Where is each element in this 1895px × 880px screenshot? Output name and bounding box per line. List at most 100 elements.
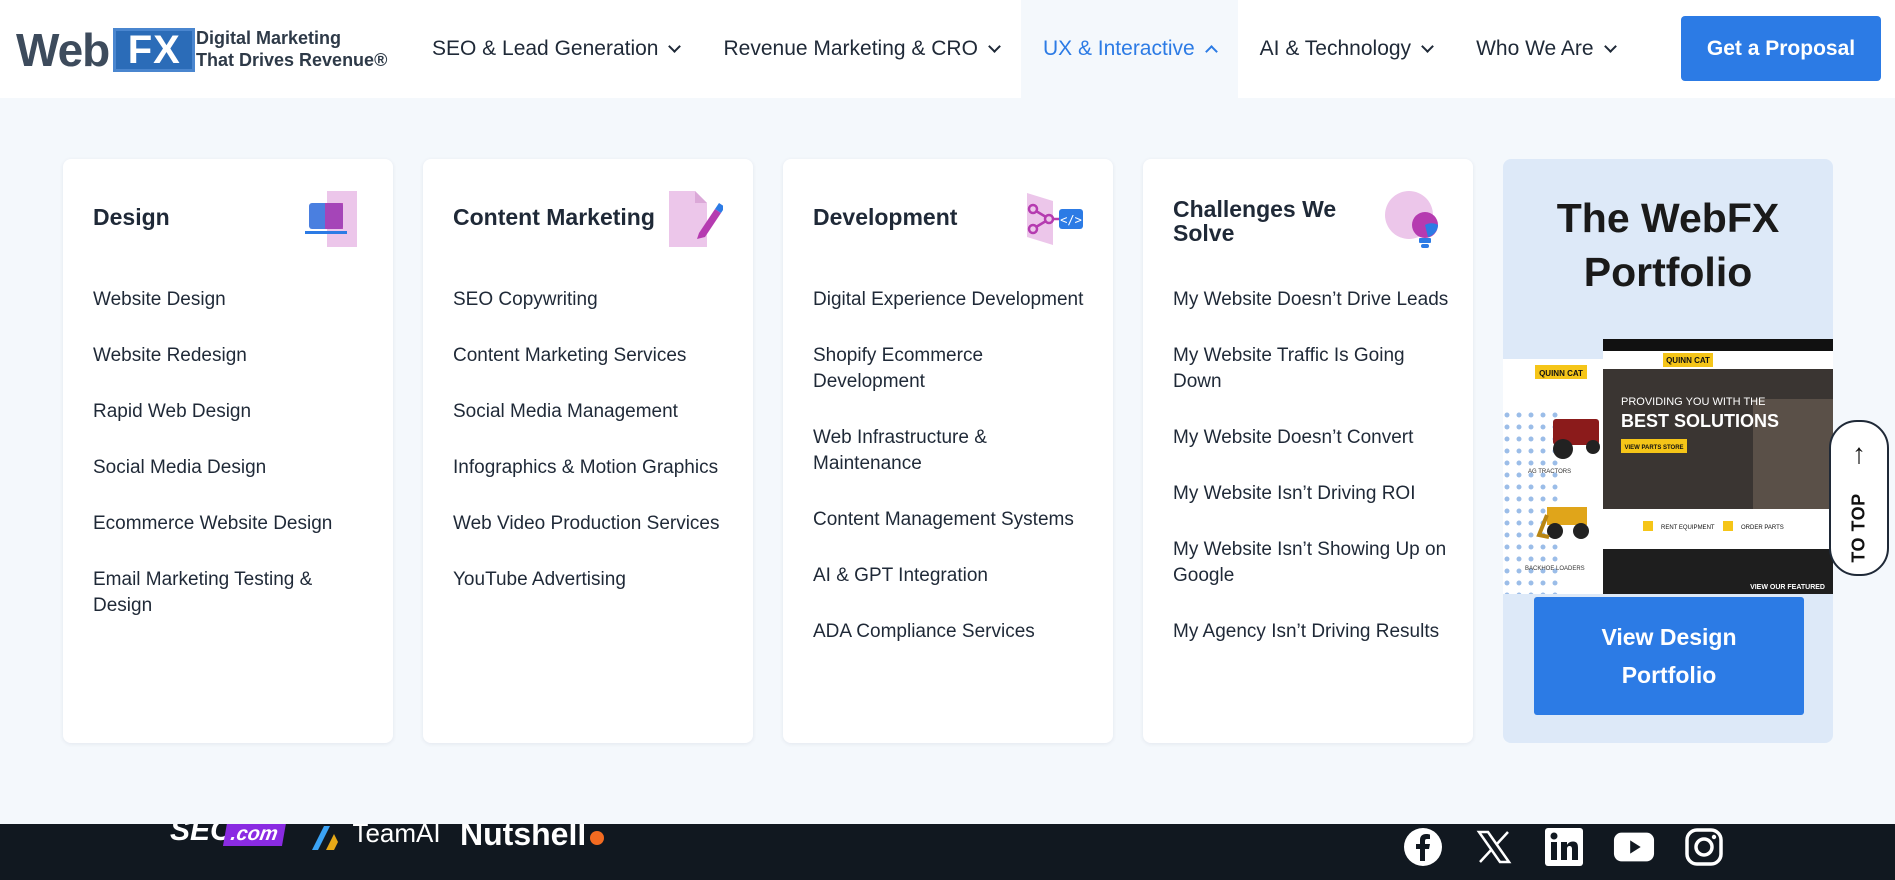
portfolio-title: The WebFX Portfolio bbox=[1503, 191, 1833, 299]
menu-link[interactable]: My Website Doesn’t Drive Leads bbox=[1173, 287, 1453, 313]
tagline-line1: Digital Marketing bbox=[196, 28, 342, 48]
logo-fx-mark: FX bbox=[113, 28, 196, 72]
menu-link[interactable]: YouTube Advertising bbox=[453, 567, 733, 593]
menu-column-challenges: Challenges We Solve My Website Doesn’t D… bbox=[1143, 159, 1473, 743]
column-links: Website Design Website Redesign Rapid We… bbox=[93, 287, 373, 649]
menu-link[interactable]: AI & GPT Integration bbox=[813, 563, 1093, 589]
menu-column-content-marketing: Content Marketing SEO Copywriting Conten… bbox=[423, 159, 753, 743]
menu-link[interactable]: Social Media Management bbox=[453, 399, 733, 425]
chevron-down-icon bbox=[668, 39, 682, 53]
mock-label-tractors: AG TRACTORS bbox=[1528, 469, 1571, 475]
menu-link[interactable]: Website Redesign bbox=[93, 343, 373, 369]
nav-item-label: AI & Technology bbox=[1259, 37, 1412, 60]
column-title: Content Marketing bbox=[453, 204, 655, 230]
portfolio-screenshot-mock: QUINN CAT AG TRACTORS BACKHOE LOADERS QU… bbox=[1503, 339, 1833, 594]
x-icon[interactable] bbox=[1473, 826, 1515, 868]
button-line2: Portfolio bbox=[1621, 662, 1717, 688]
get-proposal-button[interactable]: Get a Proposal bbox=[1681, 16, 1881, 81]
menu-link[interactable]: ADA Compliance Services bbox=[813, 619, 1093, 645]
nav-item-revenue-marketing[interactable]: Revenue Marketing & CRO bbox=[701, 0, 1020, 98]
menu-link[interactable]: Web Video Production Services bbox=[453, 511, 733, 537]
brand-tagline: Digital Marketing That Drives Revenue® bbox=[196, 27, 387, 71]
menu-link[interactable]: Ecommerce Website Design bbox=[93, 511, 373, 537]
column-title: Design bbox=[93, 204, 170, 230]
portfolio-title-line1: The WebFX bbox=[1556, 195, 1780, 241]
menu-link[interactable]: Digital Experience Development bbox=[813, 287, 1093, 313]
chevron-down-icon bbox=[1421, 39, 1434, 53]
mock-feature-1: RENT EQUIPMENT bbox=[1661, 525, 1715, 531]
mock-footer-text: VIEW OUR FEATURED bbox=[1750, 584, 1825, 591]
mock-label-loaders: BACKHOE LOADERS bbox=[1525, 566, 1585, 572]
menu-link[interactable]: Shopify Ecommerce Development bbox=[813, 343, 1093, 395]
svg-text:</>: </> bbox=[1060, 213, 1082, 227]
nav-item-ux-interactive[interactable]: UX & Interactive bbox=[1020, 0, 1238, 98]
menu-link[interactable]: SEO Copywriting bbox=[453, 287, 733, 313]
column-links: Digital Experience Development Shopify E… bbox=[813, 287, 1093, 675]
partner-logo-nutshell: Nutshell bbox=[460, 824, 605, 853]
chevron-down-icon bbox=[1603, 39, 1617, 53]
to-top-label: TO TOP bbox=[1848, 493, 1869, 563]
menu-link[interactable]: Rapid Web Design bbox=[93, 399, 373, 425]
webfx-logo[interactable]: Web FX bbox=[16, 24, 196, 76]
tagline-line2: That Drives Revenue® bbox=[196, 50, 388, 70]
chevron-up-icon bbox=[1204, 44, 1218, 58]
instagram-icon[interactable] bbox=[1683, 826, 1725, 868]
button-line1: View Design bbox=[1601, 624, 1737, 650]
site-header: Web FX Digital Marketing That Drives Rev… bbox=[0, 0, 1895, 98]
laptop-icon bbox=[305, 191, 357, 247]
portfolio-promo: The WebFX Portfolio QUINN CAT AG TRACTOR… bbox=[1503, 159, 1833, 743]
column-title: Challenges We Solve bbox=[1173, 196, 1337, 246]
linkedin-icon[interactable] bbox=[1543, 826, 1585, 868]
nav-item-seo-lead-generation[interactable]: SEO & Lead Generation bbox=[410, 0, 701, 98]
partner-logo-teamai: TeamAI bbox=[308, 824, 441, 856]
view-design-portfolio-button[interactable]: View Design Portfolio bbox=[1534, 597, 1804, 715]
menu-link[interactable]: My Agency Isn’t Driving Results bbox=[1173, 619, 1453, 645]
menu-column-design: Design Website Design Website Redesign R… bbox=[63, 159, 393, 743]
main-nav: SEO & Lead Generation Revenue Marketing … bbox=[410, 0, 1637, 98]
column-links: SEO Copywriting Content Marketing Servic… bbox=[453, 287, 733, 623]
menu-link[interactable]: Content Management Systems bbox=[813, 507, 1093, 533]
menu-link[interactable]: My Website Isn’t Driving ROI bbox=[1173, 481, 1453, 507]
document-pen-icon bbox=[669, 191, 723, 247]
youtube-icon[interactable] bbox=[1613, 826, 1655, 868]
portfolio-title-line2: Portfolio bbox=[1583, 249, 1753, 295]
menu-link[interactable]: My Website Doesn’t Convert bbox=[1173, 425, 1453, 451]
mock-brand-small: QUINN CAT bbox=[1539, 369, 1583, 378]
facebook-icon[interactable] bbox=[1402, 826, 1444, 868]
menu-link[interactable]: My Website Isn’t Showing Up on Google bbox=[1173, 537, 1453, 589]
nav-item-ai-technology[interactable]: AI & Technology bbox=[1238, 0, 1454, 98]
mock-feature-2: ORDER PARTS bbox=[1741, 525, 1784, 531]
partner-com-text: .com bbox=[223, 824, 287, 846]
teamai-mark-icon bbox=[312, 825, 338, 850]
menu-link[interactable]: Infographics & Motion Graphics bbox=[453, 455, 733, 481]
nav-item-label: SEO & Lead Generation bbox=[432, 37, 659, 60]
mock-brand: QUINN CAT bbox=[1666, 356, 1710, 365]
menu-link[interactable]: Social Media Design bbox=[93, 455, 373, 481]
menu-column-development: Development </> Digital Experience Devel… bbox=[783, 159, 1113, 743]
mock-headline-2: BEST SOLUTIONS bbox=[1621, 411, 1779, 431]
menu-link[interactable]: Email Marketing Testing & Design bbox=[93, 567, 373, 619]
mock-headline-1: PROVIDING YOU WITH THE bbox=[1621, 396, 1765, 408]
lightbulb-icon bbox=[1385, 191, 1438, 248]
partner-nutshell-text: Nutshell bbox=[460, 824, 587, 852]
logo-web-text: Web bbox=[16, 24, 110, 76]
partner-logo-seo-com: SEO.com bbox=[170, 824, 287, 848]
chevron-down-icon bbox=[988, 39, 1001, 53]
nutshell-acorn-icon bbox=[590, 831, 605, 845]
column-links: My Website Doesn’t Drive Leads My Websit… bbox=[1173, 287, 1453, 675]
menu-link[interactable]: Content Marketing Services bbox=[453, 343, 733, 369]
nav-item-who-we-are[interactable]: Who We Are bbox=[1454, 0, 1637, 98]
nav-item-label: Revenue Marketing & CRO bbox=[723, 37, 978, 60]
menu-link[interactable]: Web Infrastructure & Maintenance bbox=[813, 425, 1093, 477]
nav-item-label: Who We Are bbox=[1476, 37, 1594, 60]
menu-link[interactable]: My Website Traffic Is Going Down bbox=[1173, 343, 1453, 395]
mock-cta: VIEW PARTS STORE bbox=[1624, 445, 1683, 451]
column-title: Development bbox=[813, 204, 958, 230]
footer-strip: SEO.com TeamAI Nutshell bbox=[0, 824, 1895, 880]
menu-link[interactable]: Website Design bbox=[93, 287, 373, 313]
arrow-up-icon: ↑ bbox=[1852, 438, 1866, 469]
nav-item-label: UX & Interactive bbox=[1042, 37, 1195, 60]
partner-teamai-text: TeamAI bbox=[352, 824, 441, 848]
code-network-icon: </> bbox=[1027, 193, 1083, 245]
to-top-button[interactable]: ↑ TO TOP bbox=[1829, 420, 1889, 576]
